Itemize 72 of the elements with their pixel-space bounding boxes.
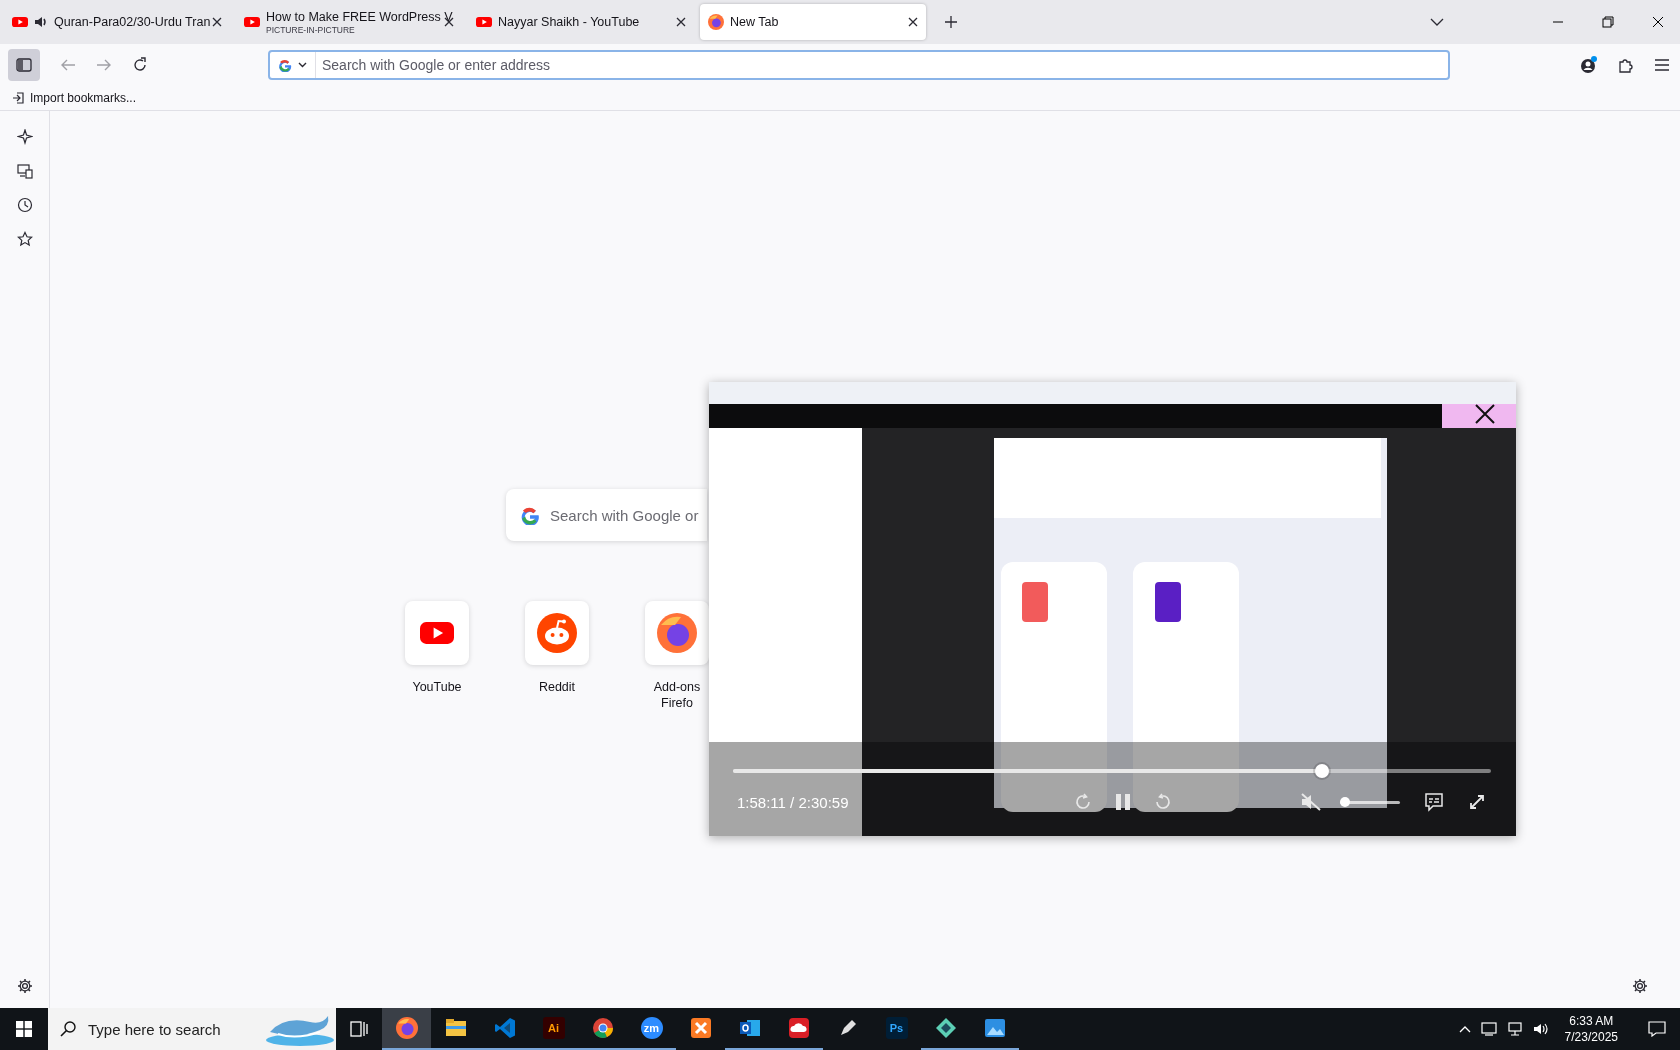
video-play-icon — [476, 14, 492, 30]
mail-app-icon — [738, 1017, 761, 1039]
reload-icon[interactable] — [132, 57, 148, 73]
browser-tab[interactable]: Nayyar Shaikh - YouTube — [468, 4, 694, 40]
menu-icon[interactable] — [1654, 58, 1670, 72]
new-tab-icon[interactable] — [944, 15, 958, 29]
shortcut-label[interactable]: YouTube — [412, 679, 462, 695]
display-icon[interactable] — [1480, 1022, 1497, 1036]
chevron-up-icon[interactable] — [1458, 1025, 1471, 1033]
video-time: 1:58:11 / 2:30:59 — [737, 793, 850, 811]
close-icon[interactable] — [1652, 16, 1664, 28]
notification-icon[interactable] — [1648, 1021, 1666, 1037]
puzzle-piece-icon[interactable] — [1618, 57, 1634, 73]
shortcut-tile[interactable] — [405, 601, 469, 665]
close-icon[interactable] — [908, 17, 918, 27]
fox-globe-icon — [708, 14, 724, 30]
taskbar-search-field[interactable]: Type here to search — [48, 1008, 336, 1050]
bookmark-item[interactable]: Import bookmarks... — [12, 91, 137, 105]
video-play-icon — [12, 14, 28, 30]
shortcut-tile[interactable] — [525, 601, 589, 665]
fox-globe-icon — [657, 613, 697, 653]
x-logo-icon — [689, 1017, 712, 1039]
sidebar-icon — [16, 58, 32, 72]
folder-icon — [444, 1018, 467, 1038]
clock[interactable]: 6:33 AM 7/23/2025 — [1558, 1013, 1624, 1045]
search-icon — [60, 1021, 76, 1037]
star-icon[interactable] — [16, 231, 33, 247]
volume-slider[interactable] — [1340, 797, 1400, 807]
settings-icon[interactable] — [1632, 978, 1648, 994]
browser-tab[interactable]: New Tab — [700, 4, 926, 40]
progress-bar[interactable] — [733, 764, 1491, 778]
code-editor-icon — [493, 1017, 516, 1039]
chevron-down-icon[interactable] — [1430, 18, 1444, 26]
sidebar-toggle-button[interactable] — [8, 49, 40, 81]
video-play-icon — [244, 14, 260, 30]
browser-tab[interactable]: Quran-Para02/30-Urdu Tran — [4, 4, 230, 40]
taskbar-app-button[interactable]: Ps — [872, 1008, 921, 1050]
google-g-icon — [278, 58, 292, 72]
restore-icon[interactable] — [1602, 16, 1614, 28]
speaker-icon[interactable] — [1532, 1022, 1549, 1036]
settings-icon[interactable] — [16, 978, 33, 994]
network-icon[interactable] — [1506, 1022, 1523, 1036]
muted-speaker-icon[interactable] — [1300, 792, 1322, 812]
shortcut-tile[interactable] — [645, 601, 709, 665]
fox-globe-icon — [395, 1017, 418, 1039]
synced-devices-icon[interactable] — [16, 163, 33, 179]
fullscreen-icon[interactable] — [1468, 793, 1486, 811]
speaker-icon[interactable] — [34, 15, 48, 29]
import-icon — [12, 92, 24, 104]
cloud-icon — [787, 1017, 810, 1039]
account-icon[interactable] — [1580, 56, 1598, 74]
alien-head-icon — [537, 613, 577, 653]
taskbar-app-button[interactable]: Ai — [529, 1008, 578, 1050]
pause-icon[interactable] — [1115, 793, 1131, 811]
caret-icon — [298, 62, 307, 68]
close-icon[interactable] — [212, 17, 222, 27]
shortcut-label[interactable]: Add-ons Firefo — [653, 679, 701, 711]
sparkle-icon[interactable] — [16, 129, 33, 145]
chrome-circle-icon — [591, 1017, 614, 1039]
shortcut-label[interactable]: Reddit — [538, 679, 576, 695]
captions-icon[interactable] — [1424, 792, 1444, 812]
windows-logo-icon[interactable] — [16, 1021, 32, 1037]
task-view-icon[interactable] — [350, 1021, 368, 1037]
close-icon[interactable] — [1474, 403, 1496, 425]
search-field[interactable]: Search with Google or — [506, 489, 707, 541]
browser-tab[interactable]: How to Make FREE WordPress V PICTURE-IN-PICTURE — [236, 4, 462, 40]
address-field[interactable]: Search with Google or enter address — [268, 50, 1450, 80]
close-icon[interactable] — [676, 17, 686, 27]
diamond-icon — [934, 1017, 957, 1039]
google-g-icon — [520, 505, 540, 525]
photos-icon — [983, 1017, 1006, 1039]
history-icon[interactable] — [16, 197, 33, 213]
